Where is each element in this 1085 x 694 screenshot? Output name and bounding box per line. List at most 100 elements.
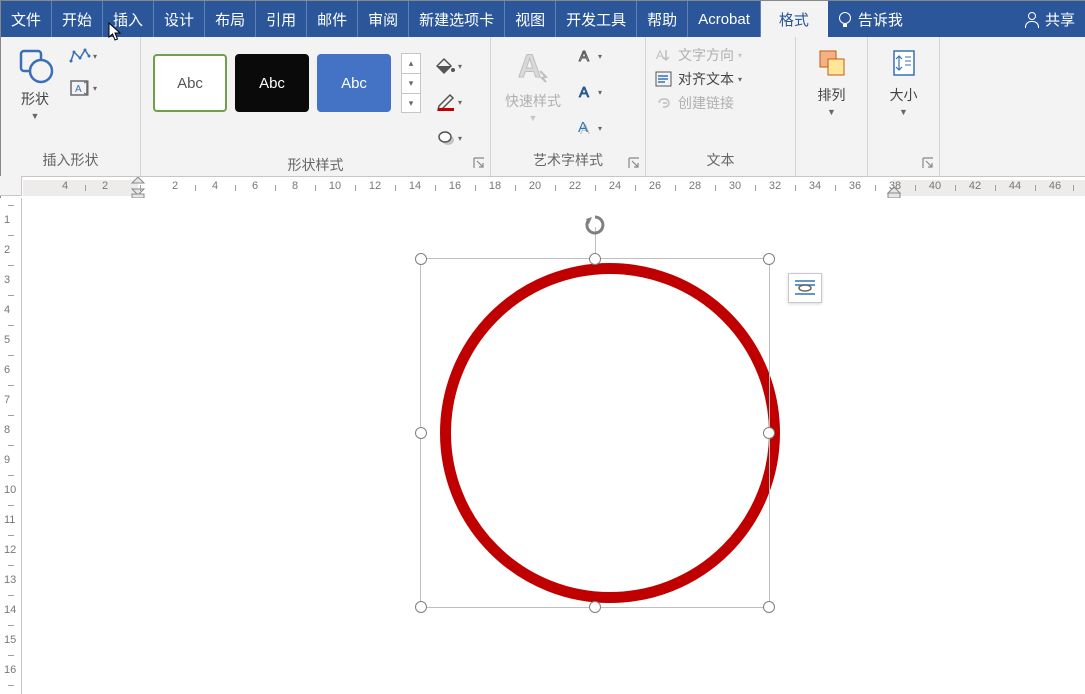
gallery-scroll-down[interactable]: ▾ (401, 73, 421, 93)
tab-references[interactable]: 引用 (256, 1, 307, 37)
tab-insert[interactable]: 插入 (103, 1, 154, 37)
horizontal-ruler[interactable]: 4224681012141618202224262830323436384042… (23, 177, 1085, 199)
handle-e[interactable] (763, 427, 775, 439)
size-button[interactable]: 大小 ▼ (880, 43, 928, 119)
ruler-v-num: 11 (4, 514, 15, 526)
quick-styles-button: A 快速样式 ▼ (499, 43, 567, 125)
selection-box[interactable] (420, 258, 770, 608)
edit-shape-button[interactable]: ▾ (65, 43, 101, 69)
chevron-down-icon: ▼ (529, 113, 538, 123)
chevron-down-icon: ▾ (598, 52, 602, 61)
vertical-ruler[interactable]: 112345678910111213141516 (0, 198, 22, 694)
tab-layout[interactable]: 布局 (205, 1, 256, 37)
ruler-h-num: 18 (489, 180, 501, 192)
gallery-scroll: ▴ ▾ ▾ (401, 53, 421, 113)
tab-view[interactable]: 视图 (505, 1, 556, 37)
style-preset-2[interactable]: Abc (235, 54, 309, 112)
group-text: A 文字方向 ▾ 对齐文本 ▾ 创建链接 文本 (646, 37, 796, 176)
group-wordart-styles: A 快速样式 ▼ A ▾ A ▾ AA ▾ 艺术字样式 (491, 37, 646, 176)
ruler-h-num: 16 (449, 180, 461, 192)
ribbon-tabs: 文件 开始 插入 设计 布局 引用 邮件 审阅 新建选项卡 视图 开发工具 帮助… (1, 1, 1085, 37)
text-outline-button[interactable]: A ▾ (571, 79, 607, 105)
tab-file[interactable]: 文件 (1, 1, 52, 37)
chevron-down-icon: ▾ (458, 134, 462, 143)
shapes-button[interactable]: 形状 ▼ (9, 43, 61, 123)
ruler-h-num: 38 (889, 180, 901, 192)
gallery-scroll-up[interactable]: ▴ (401, 53, 421, 73)
chevron-down-icon: ▾ (93, 52, 97, 61)
ruler-v-num: 15 (4, 634, 16, 646)
handle-ne[interactable] (763, 253, 775, 265)
style-preset-1[interactable]: Abc (153, 54, 227, 112)
dialog-launcher-shape-styles[interactable] (472, 156, 486, 170)
align-text-button[interactable]: 对齐文本 ▾ (654, 69, 742, 89)
tab-home[interactable]: 开始 (52, 1, 103, 37)
svg-text:A: A (518, 48, 541, 84)
size-icon (886, 45, 922, 81)
ruler-h-num: 44 (1009, 180, 1021, 192)
chevron-down-icon: ▼ (827, 107, 836, 117)
handle-nw[interactable] (415, 253, 427, 265)
arrange-button[interactable]: 排列 ▼ (808, 43, 856, 119)
group-size: 大小 ▼ (868, 37, 940, 176)
tab-design[interactable]: 设计 (154, 1, 205, 37)
text-effects-button[interactable]: AA ▾ (571, 115, 607, 141)
chevron-down-icon: ▾ (738, 51, 742, 60)
link-icon (654, 94, 674, 112)
ruler-h-num: 42 (969, 180, 981, 192)
tab-format[interactable]: 格式 (761, 1, 828, 37)
dialog-launcher-wordart[interactable] (627, 156, 641, 170)
shape-fill-button[interactable]: ▾ (431, 53, 467, 79)
tab-review[interactable]: 审阅 (358, 1, 409, 37)
ruler-h-num: 34 (809, 180, 821, 192)
document-canvas[interactable] (22, 198, 1085, 694)
ruler-v-num: 9 (4, 454, 10, 466)
tab-tellme[interactable]: 告诉我 (828, 1, 913, 37)
gallery-more[interactable]: ▾ (401, 93, 421, 113)
ruler-h-num: 2 (102, 180, 108, 192)
handle-n[interactable] (589, 253, 601, 265)
rotate-icon (583, 213, 607, 237)
ruler-h-num: 22 (569, 180, 581, 192)
tab-help[interactable]: 帮助 (637, 1, 688, 37)
chevron-down-icon: ▾ (598, 124, 602, 133)
style-preset-3[interactable]: Abc (317, 54, 391, 112)
share-label: 共享 (1045, 9, 1075, 30)
handle-s[interactable] (589, 601, 601, 613)
ruler-v-num: 10 (4, 484, 16, 496)
ruler-h-num: 20 (529, 180, 541, 192)
ruler-v-num: 7 (4, 394, 10, 406)
handle-w[interactable] (415, 427, 427, 439)
handle-sw[interactable] (415, 601, 427, 613)
ruler-h-num: 46 (1049, 180, 1061, 192)
indent-marker-left[interactable] (129, 177, 147, 199)
ruler-h-num: 2 (172, 180, 178, 192)
layout-options-button[interactable] (788, 273, 822, 303)
person-icon (1025, 12, 1039, 26)
handle-se[interactable] (763, 601, 775, 613)
align-text-icon (654, 70, 674, 88)
chevron-down-icon: ▼ (899, 107, 908, 117)
textbox-button[interactable]: A ▾ (65, 75, 101, 101)
ruler-v-num: 16 (4, 664, 16, 676)
dialog-launcher-size[interactable] (921, 156, 935, 170)
tab-acrobat[interactable]: Acrobat (688, 1, 761, 37)
ruler-h-num: 24 (609, 180, 621, 192)
shape-style-gallery[interactable]: Abc Abc Abc ▴ ▾ ▾ (149, 53, 421, 113)
shape-effects-button[interactable]: ▾ (431, 125, 467, 151)
lightbulb-icon (838, 12, 852, 26)
tab-share[interactable]: 共享 (1015, 1, 1085, 37)
tab-newtab[interactable]: 新建选项卡 (409, 1, 505, 37)
shape-outline-button[interactable]: ▾ (431, 89, 467, 115)
align-text-label: 对齐文本 (678, 69, 734, 89)
document-workspace: 112345678910111213141516 (0, 198, 1085, 694)
group-label-arrange (796, 150, 867, 176)
textbox-icon: A (69, 79, 91, 97)
tab-developer[interactable]: 开发工具 (556, 1, 637, 37)
text-fill-button[interactable]: A ▾ (571, 43, 607, 69)
rotation-handle[interactable] (583, 213, 607, 242)
ruler-v-num: 5 (4, 334, 10, 346)
group-shape-styles: Abc Abc Abc ▴ ▾ ▾ ▾ ▾ (141, 37, 491, 176)
tab-mailings[interactable]: 邮件 (307, 1, 358, 37)
create-link-button: 创建链接 (654, 93, 742, 113)
